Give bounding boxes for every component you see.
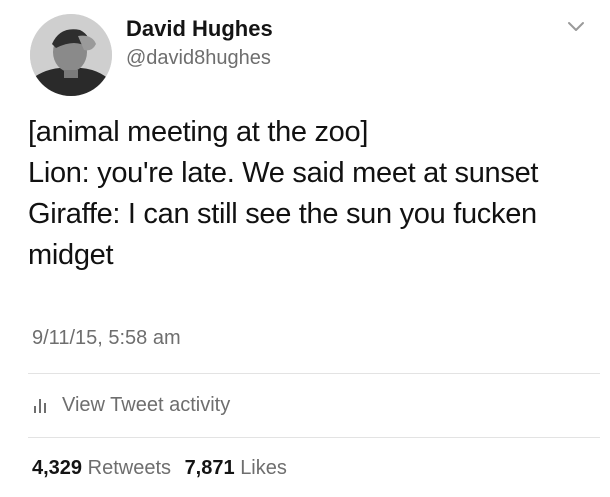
author-handle[interactable]: @david8hughes [126, 47, 271, 70]
chevron-down-icon[interactable] [566, 20, 586, 34]
author-name[interactable]: David Hughes [126, 16, 273, 42]
tweet-text-line: midget [28, 239, 114, 271]
divider [28, 373, 600, 374]
avatar-photo-icon [30, 14, 112, 96]
tweet-text-line: Lion: you're late. We said meet at sunse… [28, 157, 539, 189]
bar-chart-icon [34, 399, 46, 413]
tweet-text: [animal meeting at the zoo] Lion: you're… [28, 112, 598, 276]
tweet-card: David Hughes @david8hughes [animal meeti… [0, 0, 610, 497]
tweet-timestamp: 9/11/15, 5:58 am [32, 327, 181, 349]
activity-label: View Tweet activity [62, 393, 231, 416]
divider [28, 437, 600, 438]
retweets-stat[interactable]: 4,329 Retweets [32, 457, 171, 480]
likes-label: Likes [240, 457, 287, 479]
author-avatar[interactable] [30, 14, 112, 96]
tweet-text-line: Giraffe: I can still see the sun you fuc… [28, 198, 537, 230]
tweet-text-line: [animal meeting at the zoo] [28, 116, 369, 148]
retweets-count: 4,329 [32, 457, 83, 479]
engagement-stats: 4,329 Retweets 7,871 Likes [32, 457, 295, 480]
likes-stat[interactable]: 7,871 Likes [185, 457, 287, 480]
retweets-label: Retweets [87, 457, 171, 479]
view-tweet-activity-link[interactable]: View Tweet activity [32, 388, 230, 422]
likes-count: 7,871 [184, 457, 235, 479]
